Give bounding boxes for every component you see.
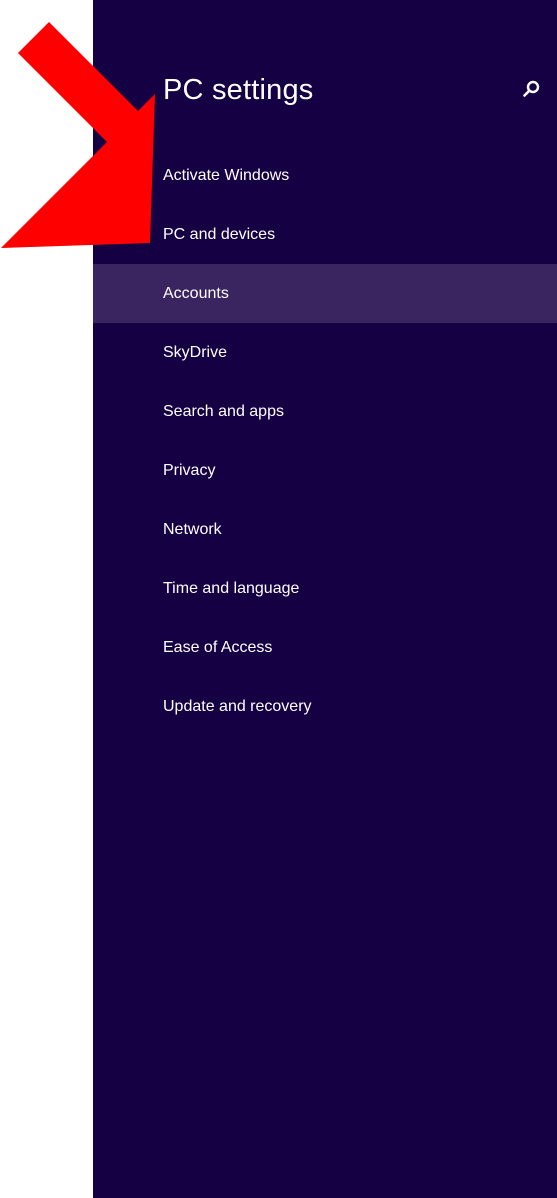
nav-item-pc-and-devices[interactable]: PC and devices	[93, 205, 557, 264]
search-icon	[523, 80, 540, 97]
page: PC settings Activate Windows PC and devi…	[0, 0, 557, 1198]
nav-item-ease-of-access[interactable]: Ease of Access	[93, 618, 557, 677]
nav-item-accounts[interactable]: Accounts	[93, 264, 557, 323]
page-title: PC settings	[163, 74, 314, 106]
settings-nav-list: Activate Windows PC and devices Accounts…	[93, 146, 557, 736]
nav-item-activate-windows[interactable]: Activate Windows	[93, 146, 557, 205]
nav-item-network[interactable]: Network	[93, 500, 557, 559]
search-button[interactable]	[520, 78, 542, 100]
nav-item-privacy[interactable]: Privacy	[93, 441, 557, 500]
nav-item-search-and-apps[interactable]: Search and apps	[93, 382, 557, 441]
nav-item-time-and-language[interactable]: Time and language	[93, 559, 557, 618]
nav-item-skydrive[interactable]: SkyDrive	[93, 323, 557, 382]
pc-settings-panel: PC settings Activate Windows PC and devi…	[93, 0, 557, 1198]
nav-item-update-and-recovery[interactable]: Update and recovery	[93, 677, 557, 736]
